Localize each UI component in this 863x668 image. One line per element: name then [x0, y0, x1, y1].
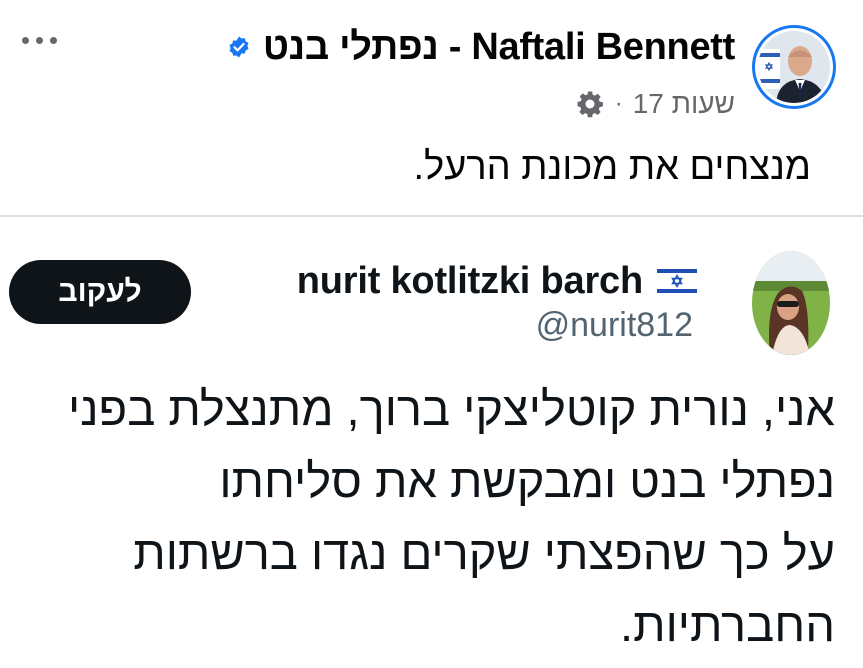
tweet-author-name[interactable]: nurit kotlitzki barch: [297, 260, 643, 303]
facebook-post: נפתלי בנט - Naftali Bennett · 17 שעות מנ…: [0, 0, 863, 668]
tweet-body-line: על כך שהפצתי שקרים נגדו ברשתות: [133, 526, 835, 579]
post-author-row: נפתלי בנט - Naftali Bennett: [227, 25, 735, 69]
divider: [0, 215, 863, 217]
tweet-author-handle[interactable]: @nurit812: [536, 306, 693, 345]
tweet-body-line: נפתלי בנט ומבקשת את סליחתו: [219, 454, 835, 507]
israel-flag-icon: [657, 266, 697, 296]
more-options-icon[interactable]: [22, 30, 66, 50]
tweet-body-line: החברתיות.: [620, 598, 835, 651]
gear-icon[interactable]: [575, 89, 605, 119]
tweet-body-line: אני, נורית קוטליצקי ברוך, מתנצלת בפני: [68, 382, 835, 435]
post-meta: · 17 שעות: [575, 86, 735, 122]
post-text: מנצחים את מכונת הרעל.: [413, 146, 811, 188]
author-photo: [758, 31, 830, 103]
tweet-author-photo: [752, 251, 830, 355]
tweet-author-row: nurit kotlitzki barch: [297, 258, 697, 304]
tweet-body: אני, נורית קוטליצקי ברוך, מתנצלת בפני נפ…: [35, 373, 835, 661]
meta-separator: ·: [614, 90, 623, 117]
author-avatar[interactable]: [752, 25, 836, 109]
post-author-name[interactable]: נפתלי בנט - Naftali Bennett: [263, 26, 735, 69]
verified-badge-icon: [227, 35, 251, 59]
tweet-author-avatar[interactable]: [752, 251, 830, 355]
follow-button[interactable]: לעקוב: [9, 260, 191, 324]
post-timestamp[interactable]: 17 שעות: [633, 88, 735, 120]
